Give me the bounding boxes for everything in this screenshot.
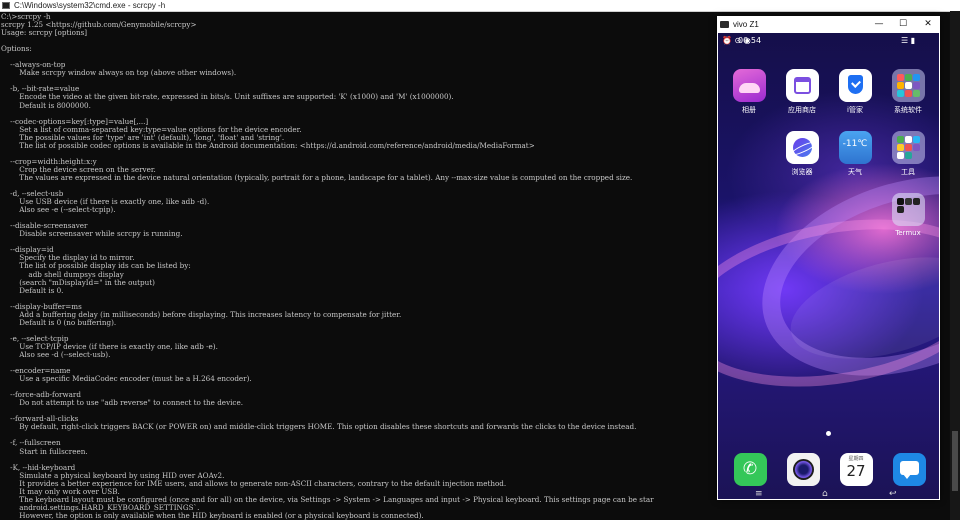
calendar-icon: 星期四 27 (839, 453, 873, 486)
scrcpy-title-bar[interactable]: vivo Z1 — ☐ ✕ (717, 16, 940, 33)
app-store[interactable]: 应用商店 (780, 69, 824, 115)
console-line: Start in fullscreen. (19, 446, 88, 456)
console-line: Options: (1, 44, 32, 54)
console-line: However, the option is only available wh… (19, 510, 424, 520)
scrcpy-app-icon (720, 21, 729, 28)
app-weather[interactable]: -11℃ 天气 (833, 131, 877, 177)
console-line: Default is 0. (19, 285, 64, 295)
phone-icon: ✆ (733, 453, 767, 486)
app-gallery[interactable]: 相册 (727, 69, 771, 115)
scrcpy-window[interactable]: vivo Z1 — ☐ ✕ ⏰ ⊙ ◉ 00:54 ☰ ▮ 相册 应用商店 i管… (717, 16, 940, 500)
page-indicator-dot (826, 431, 831, 436)
app-store-icon (785, 69, 819, 102)
app-folder-tools[interactable]: 工具 (886, 131, 930, 177)
messages-icon (892, 453, 926, 486)
camera-icon (786, 453, 820, 486)
browser-icon (785, 131, 819, 164)
console-line: Use a specific MediaCodec encoder (must … (19, 374, 252, 384)
close-button[interactable]: ✕ (916, 16, 940, 33)
app-i-manager[interactable]: i管家 (833, 69, 877, 115)
app-browser[interactable]: 浏览器 (780, 131, 824, 177)
termux-folder-icon (891, 193, 925, 226)
console-line: Also see -e (--select-tcpip). (19, 205, 116, 215)
cmd-window-title: C:\Windows\system32\cmd.exe - scrcpy -h (14, 1, 166, 10)
console-line: The values are expressed in the device n… (19, 172, 633, 182)
console-line: By default, right-click triggers BACK (o… (19, 422, 637, 432)
console-line: Default is 8000000. (19, 100, 91, 110)
cmd-scrollbar-thumb[interactable] (952, 431, 958, 491)
menu-nav-button[interactable]: ≡ (755, 489, 763, 499)
cmd-scrollbar[interactable] (950, 11, 960, 520)
weather-icon: -11℃ (838, 131, 872, 164)
cmd-app-icon (2, 2, 10, 9)
console-line: The list of possible codec options is av… (19, 140, 535, 150)
system-apps-folder-icon (891, 69, 925, 102)
console-line: Make scrcpy window always on top (above … (19, 68, 237, 78)
back-nav-button[interactable]: ↩ (889, 489, 897, 499)
console-line: Also see -d (--select-usb). (19, 349, 111, 359)
tools-folder-icon (891, 131, 925, 164)
console-line: Usage: scrcpy [options] (1, 28, 88, 38)
scrcpy-window-title: vivo Z1 (733, 20, 759, 29)
home-nav-button[interactable]: ⌂ (822, 489, 828, 499)
console-line: Default is 0 (no buffering). (19, 317, 117, 327)
status-time: 00:54 (738, 36, 762, 45)
console-line: Disable screensaver while scrcpy is runn… (19, 229, 183, 239)
dock-messages[interactable] (887, 453, 931, 486)
i-manager-shield-icon (838, 69, 872, 102)
gallery-icon (732, 69, 766, 102)
dock-camera[interactable] (781, 453, 825, 486)
minimize-button[interactable]: — (867, 16, 891, 33)
maximize-button[interactable]: ☐ (891, 16, 915, 33)
console-line: Do not attempt to use "adb reverse" to c… (19, 398, 243, 408)
dock-calendar[interactable]: 星期四 27 (834, 453, 878, 486)
status-icons-right: ☰ ▮ (901, 36, 916, 45)
phone-screen[interactable]: ⏰ ⊙ ◉ 00:54 ☰ ▮ 相册 应用商店 i管家 系统软件 浏览器 -11… (718, 33, 939, 499)
app-folder-system[interactable]: 系统软件 (886, 69, 930, 115)
app-folder-termux[interactable]: Termux (886, 193, 930, 237)
dock-phone[interactable]: ✆ (728, 453, 772, 486)
